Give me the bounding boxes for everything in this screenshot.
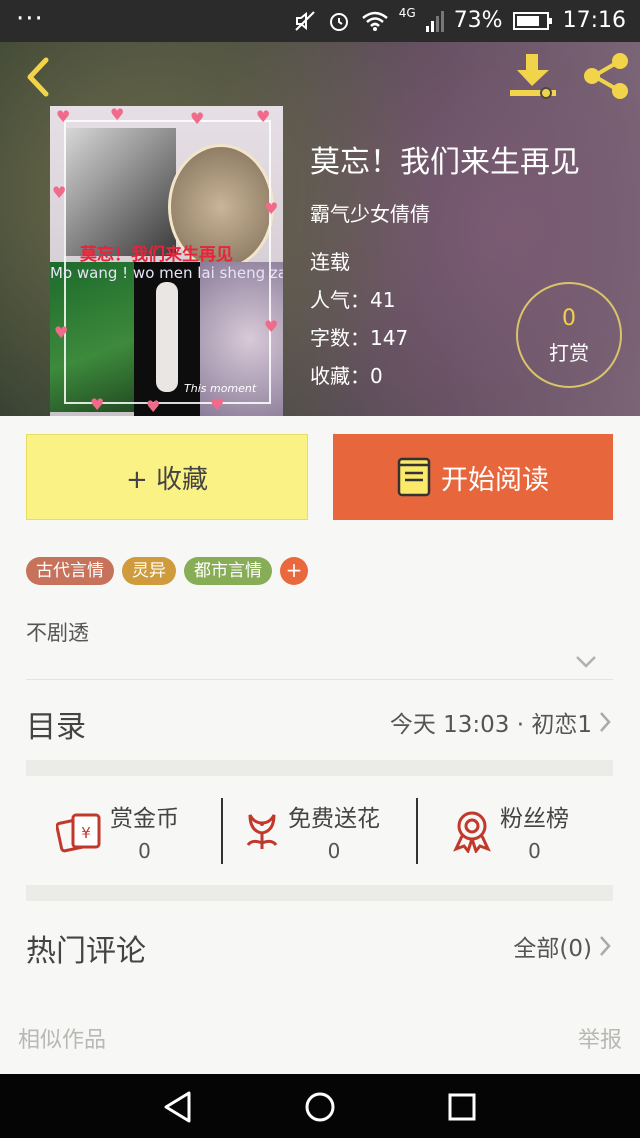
gold-coin-stat[interactable]: ¥ 赏金币 0	[56, 797, 179, 865]
status-bar: ··· 4G 73% 17:16	[0, 0, 640, 42]
medal-icon	[453, 811, 491, 853]
signal-icon	[425, 10, 444, 32]
status-menu-dots: ···	[16, 4, 44, 34]
chevron-right-icon	[600, 936, 611, 956]
coin-envelope-icon: ¥	[56, 813, 101, 853]
fan-ranking-stat[interactable]: 粉丝榜 0	[450, 797, 569, 865]
divider	[26, 679, 613, 680]
nav-back-icon[interactable]	[161, 1090, 195, 1124]
start-reading-button[interactable]: 开始阅读	[333, 434, 613, 520]
start-reading-label: 开始阅读	[441, 464, 549, 496]
heart-icon: ♥	[54, 323, 69, 342]
report-link[interactable]: 举报	[578, 1022, 622, 1054]
tag-list: 古代言情 灵异 都市言情 +	[26, 557, 308, 585]
nav-home-icon[interactable]	[303, 1090, 337, 1124]
fan-ranking-value: 0	[528, 839, 541, 863]
cover-title-text: 莫忘！我们来生再见	[80, 245, 233, 265]
clock: 17:16	[562, 8, 626, 33]
mute-icon	[295, 10, 315, 31]
download-button[interactable]	[506, 52, 560, 100]
fan-ranking-label: 粉丝榜	[500, 806, 569, 832]
heart-icon: ♥	[146, 397, 161, 416]
similar-works-link[interactable]: 相似作品	[18, 1022, 106, 1054]
gold-coin-text: 赏金币 0	[110, 799, 179, 863]
all-comments-label: 全部(0)	[513, 936, 592, 962]
add-tag-button[interactable]: +	[280, 557, 308, 585]
book-word-count: 字数：147	[310, 326, 409, 350]
book-title: 莫忘！我们来生再见	[310, 145, 580, 180]
nav-recents-icon[interactable]	[445, 1090, 479, 1124]
send-flower-label: 免费送花	[288, 806, 380, 832]
send-flower-text: 免费送花 0	[288, 799, 380, 863]
book-status: 连载	[310, 250, 350, 274]
synopsis-text: 不剧透	[26, 621, 89, 645]
all-comments-link[interactable]: 全部(0)	[513, 929, 612, 963]
battery-percent: 73%	[453, 8, 503, 33]
network-type: 4G	[398, 5, 416, 20]
reward-label: 打赏	[549, 341, 589, 365]
heart-icon: ♥	[56, 107, 71, 126]
share-button[interactable]	[580, 50, 632, 102]
svg-text:¥: ¥	[81, 824, 91, 842]
battery-icon	[512, 11, 552, 30]
fan-ranking-text: 粉丝榜 0	[500, 799, 569, 863]
heart-icon: ♥	[264, 317, 279, 336]
heart-icon: ♥	[90, 395, 105, 414]
hot-comments-title: 热门评论	[26, 934, 146, 969]
gold-coin-value: 0	[138, 839, 151, 863]
flower-icon	[246, 814, 278, 849]
toc-latest-text: 今天 13:03 · 初恋1	[389, 712, 592, 738]
chevron-right-icon	[600, 712, 611, 732]
status-right-group: 4G 73% 17:16	[293, 5, 626, 33]
reward-button[interactable]: 0 打赏	[516, 282, 622, 388]
book-icon	[397, 457, 431, 497]
heart-icon: ♥	[52, 183, 67, 202]
alarm-icon	[329, 12, 348, 31]
send-flower-value: 0	[327, 839, 341, 863]
heart-icon: ♥	[190, 109, 205, 128]
reward-count: 0	[562, 306, 576, 331]
tag-item[interactable]: 都市言情	[184, 557, 272, 585]
section-separator	[26, 885, 613, 901]
book-favorites: 收藏：0	[310, 364, 383, 388]
stat-divider	[221, 798, 223, 864]
back-button[interactable]	[18, 54, 58, 100]
section-separator	[26, 760, 613, 776]
stat-divider	[416, 798, 418, 864]
tag-item[interactable]: 灵异	[122, 557, 176, 585]
gold-coin-label: 赏金币	[110, 806, 179, 832]
add-favorite-label: + 收藏	[125, 464, 209, 495]
tag-item[interactable]: 古代言情	[26, 557, 114, 585]
heart-icon: ♥	[210, 395, 225, 414]
system-nav-bar	[0, 1074, 640, 1138]
book-header: ♥ ♥ ♥ ♥ ♥ ♥ ♥ ♥ ♥ ♥ ♥ 莫忘！我们来生再见 Mo wang …	[0, 42, 640, 416]
send-flower-stat[interactable]: 免费送花 0	[242, 797, 380, 865]
add-favorite-button[interactable]: + 收藏	[26, 434, 308, 520]
toc-label[interactable]: 目录	[26, 702, 86, 746]
heart-icon: ♥	[110, 106, 125, 124]
chevron-down-icon[interactable]	[574, 654, 598, 670]
cover-caption: This moment	[184, 382, 257, 395]
heart-icon: ♥	[264, 199, 279, 218]
cover-pinyin-text: Mo wang ! wo men lai sheng zai jian	[50, 264, 283, 282]
heart-icon: ♥	[256, 107, 271, 126]
book-cover[interactable]: ♥ ♥ ♥ ♥ ♥ ♥ ♥ ♥ ♥ ♥ ♥ 莫忘！我们来生再见 Mo wang …	[50, 106, 283, 416]
toc-latest-chapter[interactable]: 今天 13:03 · 初恋1	[390, 705, 612, 739]
book-popularity: 人气：41	[310, 288, 396, 312]
wifi-icon	[361, 11, 388, 31]
book-author[interactable]: 霸气少女倩倩	[310, 198, 430, 227]
